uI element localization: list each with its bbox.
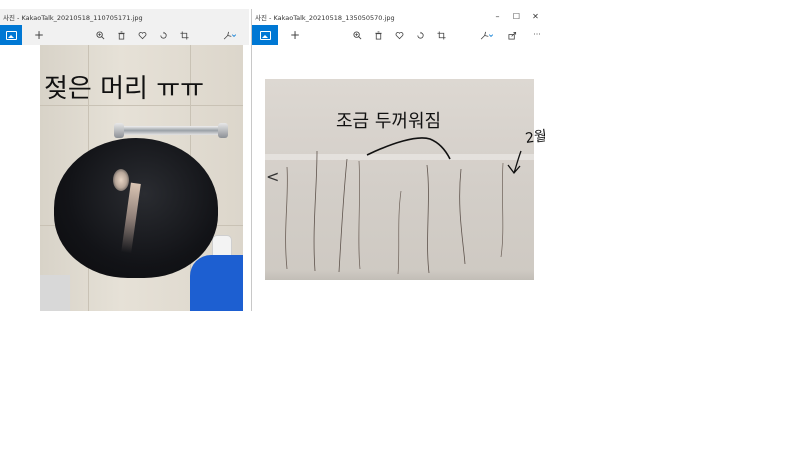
edit-icon[interactable] [476,27,496,43]
share-icon[interactable] [505,27,519,43]
app-name: 사진 [3,14,15,22]
photo-icon [5,30,17,40]
maximize-button[interactable]: ☐ [507,9,526,25]
add-icon[interactable]: + [288,27,302,43]
title-bar[interactable]: 사진 - KakaoTalk_20210518_110705171.jpg [0,9,249,25]
rotate-icon[interactable] [413,27,427,43]
file-name: KakaoTalk_20210518_135050570.jpg [273,14,395,22]
handwritten-annotation: 젖은 머리 ㅠㅠ [44,74,204,104]
file-name: KakaoTalk_20210518_110705171.jpg [21,14,143,22]
toolbar: + ··· [252,25,545,45]
photos-window-left: 사진 - KakaoTalk_20210518_110705171.jpg + [0,9,249,311]
annotation-side: 2월정도 [524,124,545,146]
close-button[interactable]: ✕ [526,9,545,25]
zoom-icon[interactable] [93,27,107,43]
window-title: 사진 - KakaoTalk_20210518_110705171.jpg [3,14,143,22]
photos-window-right: 사진 - KakaoTalk_20210518_135050570.jpg – … [251,9,545,311]
delete-icon[interactable] [114,27,128,43]
toolbar: + [0,25,249,45]
photo-canvas: < 조금 두꺼워짐 2월정도 [252,45,545,311]
blue-shirt [190,255,243,311]
rotate-icon[interactable] [156,27,170,43]
edit-icon[interactable] [219,27,239,43]
favorite-icon[interactable] [392,27,406,43]
see-all-photos-button[interactable] [252,25,278,45]
crop-icon[interactable] [177,27,191,43]
handwritten-annotation: 조금 두꺼워짐 2월정도 [336,111,545,175]
photo-icon [259,30,271,40]
see-all-photos-button[interactable] [0,25,22,45]
more-icon[interactable]: ··· [530,27,544,43]
add-icon[interactable]: + [32,27,46,43]
title-bar[interactable]: 사진 - KakaoTalk_20210518_135050570.jpg – … [252,9,545,25]
zoom-icon[interactable] [350,27,364,43]
annotation-top: 조금 두꺼워짐 [336,111,441,132]
minimize-button[interactable]: – [488,9,507,25]
crop-icon[interactable] [434,27,448,43]
caption-buttons: – ☐ ✕ [488,9,545,25]
app-name: 사진 [255,14,267,22]
window-title: 사진 - KakaoTalk_20210518_135050570.jpg [255,14,395,22]
favorite-icon[interactable] [135,27,149,43]
photo-canvas: 젖은 머리 ㅠㅠ [0,45,249,311]
delete-icon[interactable] [371,27,385,43]
annotation-text: 젖은 머리 ㅠㅠ [44,74,204,104]
